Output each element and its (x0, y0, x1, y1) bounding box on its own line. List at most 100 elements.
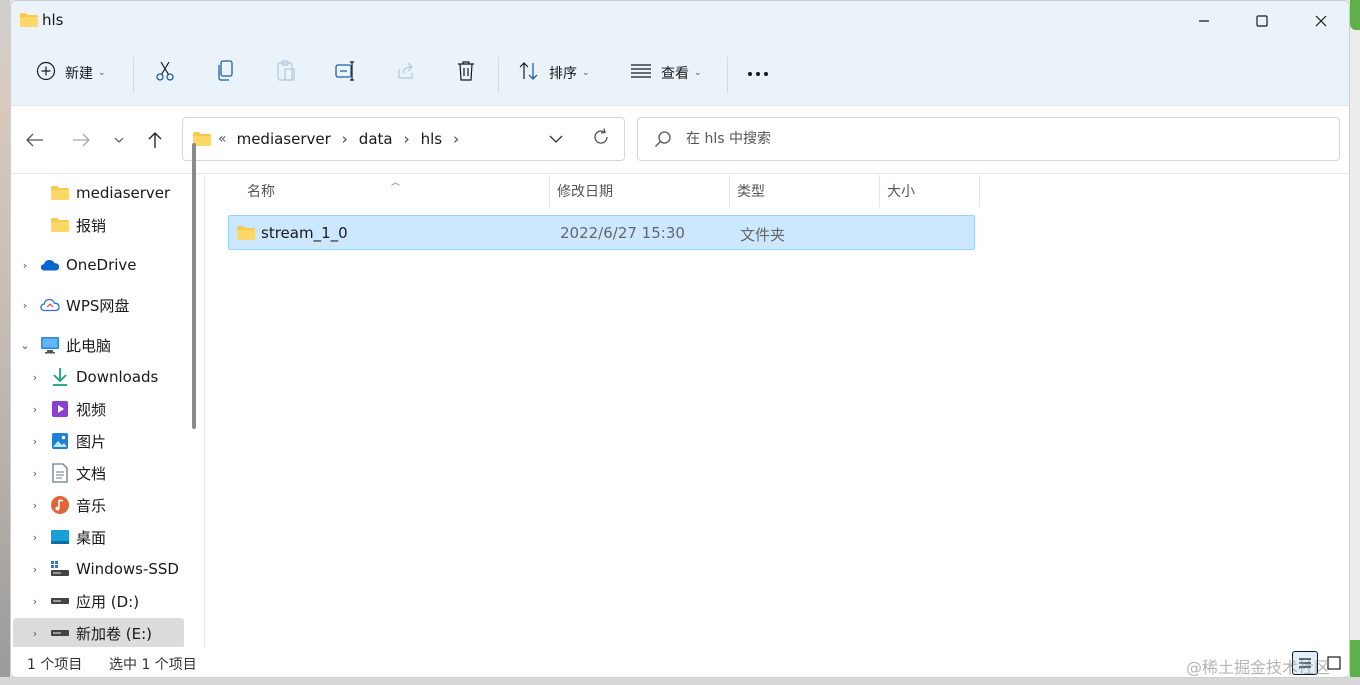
chevron-right-icon[interactable]: › (29, 627, 41, 640)
title-bar: hls (11, 1, 1349, 41)
trash-icon (456, 60, 476, 86)
copy-button[interactable] (216, 54, 236, 92)
sidebar-item-documents[interactable]: › 文档 (11, 458, 184, 488)
pictures-icon (50, 431, 70, 451)
sidebar-item-label: Windows-SSD ( (76, 560, 184, 578)
arrow-up-icon (148, 132, 162, 148)
drive-icon (50, 623, 70, 643)
desktop-background-bottom (0, 677, 1360, 685)
chevron-right-icon[interactable]: › (19, 259, 31, 272)
sidebar-item-videos[interactable]: › 视频 (11, 394, 184, 424)
sidebar-item-windows-ssd[interactable]: › Windows-SSD ( (11, 554, 184, 584)
chevron-right-icon[interactable]: › (29, 371, 41, 384)
minimize-button[interactable] (1175, 1, 1233, 41)
column-header-type[interactable]: 类型 (737, 175, 765, 207)
view-button[interactable]: 查看 ⌄ (630, 54, 702, 92)
column-divider[interactable] (879, 175, 880, 207)
share-icon (396, 61, 416, 85)
column-header-modified[interactable]: 修改日期 (557, 175, 613, 207)
this-pc-icon (40, 335, 60, 355)
search-input[interactable] (686, 128, 1286, 150)
sidebar-item-label: mediaserver (76, 184, 171, 202)
sidebar-item-mediaserver[interactable]: mediaserver (11, 178, 184, 208)
delete-button[interactable] (456, 54, 476, 92)
address-dropdown-button[interactable] (549, 130, 563, 152)
rename-button[interactable] (335, 54, 357, 92)
sidebar-item-label: 新加卷 (E:) (76, 624, 153, 643)
close-button[interactable] (1292, 1, 1349, 41)
sidebar-item-onedrive[interactable]: › OneDrive (11, 250, 184, 280)
share-button[interactable] (396, 54, 416, 92)
clipboard-icon (276, 60, 296, 86)
sidebar-item-pictures[interactable]: › 图片 (11, 426, 184, 456)
sidebar-item-downloads[interactable]: › Downloads (11, 362, 184, 392)
sort-button[interactable]: 排序 ⌄ (518, 54, 590, 92)
address-bar[interactable]: « mediaserver › data › hls › (182, 117, 625, 161)
maximize-button[interactable] (1233, 1, 1291, 41)
recent-locations-button[interactable] (105, 127, 133, 153)
sidebar-scrollbar-thumb[interactable] (192, 143, 196, 429)
search-box[interactable] (637, 117, 1340, 161)
toolbar-divider (727, 57, 728, 93)
new-label: 新建 (65, 66, 93, 82)
sidebar-item-music[interactable]: › 音乐 (11, 490, 184, 520)
toolbar-divider (133, 57, 134, 93)
breadcrumb-overflow[interactable]: « (218, 131, 227, 147)
cut-button[interactable] (155, 54, 175, 92)
chevron-right-icon[interactable]: › (19, 299, 31, 312)
breadcrumb-item[interactable]: mediaserver (237, 130, 331, 148)
plus-circle-icon (36, 61, 56, 85)
sidebar-item-drive-d[interactable]: › 应用 (D:) (11, 586, 184, 616)
document-icon (50, 463, 70, 483)
chevron-right-icon[interactable]: › (29, 499, 41, 512)
refresh-button[interactable] (591, 127, 611, 151)
breadcrumb-item[interactable]: hls (421, 130, 443, 148)
chevron-down-icon[interactable]: ⌄ (19, 339, 31, 352)
drive-icon (50, 591, 70, 611)
column-header-name[interactable]: 名称 (247, 175, 275, 207)
column-divider[interactable] (729, 175, 730, 207)
more-options-button[interactable] (747, 54, 769, 92)
selected-count: 选中 1 个项目 (109, 657, 197, 673)
watermark: @稀土掘金技术社区 (1186, 658, 1331, 677)
column-header-size[interactable]: 大小 (887, 175, 915, 207)
paste-button[interactable] (276, 54, 296, 92)
breadcrumb-item[interactable]: data (359, 130, 393, 148)
sort-arrows-icon (518, 61, 540, 85)
column-divider[interactable] (979, 175, 980, 207)
arrow-right-icon (73, 133, 90, 147)
chevron-right-icon[interactable]: › (29, 595, 41, 608)
desktop-icon (50, 527, 70, 547)
sidebar-item-drive-e[interactable]: › 新加卷 (E:) (13, 618, 184, 648)
navigation-pane: mediaserver 报销 › OneDrive › WPS网盘 ⌄ 此电脑 … (11, 175, 204, 648)
chevron-right-icon[interactable]: › (404, 130, 410, 148)
chevron-down-icon: ⌄ (694, 68, 702, 78)
chevron-right-icon[interactable]: › (29, 563, 41, 576)
sidebar-item-label: 图片 (76, 432, 107, 451)
chevron-right-icon[interactable]: › (29, 435, 41, 448)
sidebar-item-wps-drive[interactable]: › WPS网盘 (11, 290, 184, 320)
chevron-right-icon[interactable]: › (29, 467, 41, 480)
chevron-right-icon[interactable]: › (29, 531, 41, 544)
back-button[interactable] (21, 127, 49, 153)
sidebar-item-reimbursement[interactable]: 报销 (11, 210, 184, 240)
forward-button[interactable] (67, 127, 95, 153)
sidebar-item-label: 此电脑 (66, 336, 112, 355)
folder-icon (50, 183, 70, 203)
breadcrumb: « mediaserver › data › hls › (218, 130, 470, 148)
chevron-down-icon: ⌄ (582, 68, 590, 78)
up-button[interactable] (141, 127, 169, 153)
scissors-icon (155, 60, 175, 86)
column-divider[interactable] (549, 175, 550, 207)
chevron-down-icon (114, 137, 124, 143)
table-row[interactable]: stream_1_0 2022/6/27 15:30 文件夹 (228, 215, 975, 250)
sidebar-item-label: WPS网盘 (66, 296, 130, 315)
sidebar-item-this-pc[interactable]: ⌄ 此电脑 (11, 330, 184, 360)
chevron-right-icon[interactable]: › (342, 130, 348, 148)
chevron-right-icon[interactable]: › (29, 403, 41, 416)
sidebar-item-label: 文档 (76, 464, 107, 483)
status-bar: 1 个项目 选中 1 个项目 (11, 647, 1349, 677)
sidebar-item-desktop[interactable]: › 桌面 (11, 522, 184, 552)
chevron-right-icon[interactable]: › (453, 130, 459, 148)
new-button[interactable]: 新建 ⌄ (36, 54, 106, 92)
